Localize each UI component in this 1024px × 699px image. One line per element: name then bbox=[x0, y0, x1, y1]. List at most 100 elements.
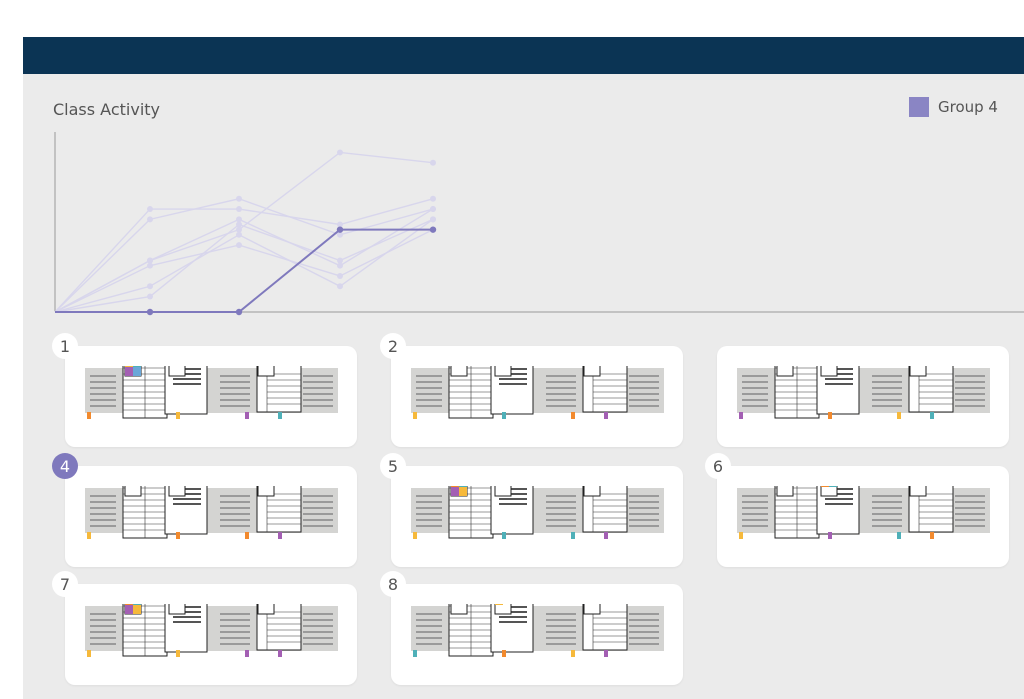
chart-series-line-7 bbox=[55, 228, 433, 313]
progress-tab bbox=[278, 412, 282, 419]
text-line bbox=[90, 501, 116, 503]
worksheet-thumbnail bbox=[411, 604, 664, 657]
group-number-badge: 5 bbox=[380, 453, 406, 479]
color-chip bbox=[125, 605, 133, 614]
text-line bbox=[872, 525, 902, 527]
text-line bbox=[416, 643, 442, 645]
group-card[interactable] bbox=[717, 466, 1009, 567]
legend[interactable]: Group 4 bbox=[909, 97, 998, 117]
group-card[interactable] bbox=[65, 346, 357, 447]
text-line bbox=[629, 387, 659, 389]
text-line bbox=[629, 619, 659, 621]
group-card[interactable] bbox=[717, 346, 1009, 447]
notes-line bbox=[173, 621, 201, 623]
chart-point-5-3 bbox=[337, 272, 343, 279]
text-line bbox=[90, 619, 116, 621]
legend-swatch bbox=[909, 97, 929, 117]
chart-point-3-4 bbox=[430, 206, 436, 213]
group-card[interactable] bbox=[391, 346, 683, 447]
worksheet-thumbnail bbox=[737, 366, 990, 419]
text-line bbox=[303, 631, 333, 633]
text-line bbox=[742, 381, 768, 383]
text-line bbox=[416, 625, 442, 627]
notes-line bbox=[499, 498, 527, 500]
notes-line bbox=[499, 383, 527, 385]
text-line bbox=[220, 637, 250, 639]
notes-line bbox=[825, 503, 853, 505]
group-card[interactable] bbox=[65, 466, 357, 567]
notes-line bbox=[173, 378, 201, 380]
text-line bbox=[629, 405, 659, 407]
group-card[interactable] bbox=[65, 584, 357, 685]
notes-line bbox=[499, 616, 527, 618]
chart-point-6-1 bbox=[147, 293, 153, 300]
notes-line bbox=[173, 498, 201, 500]
notes-line bbox=[825, 378, 853, 380]
chart-point-7-2 bbox=[235, 308, 243, 316]
sticky-note bbox=[820, 486, 838, 497]
text-line bbox=[955, 525, 985, 527]
text-line bbox=[546, 399, 576, 401]
text-line bbox=[220, 619, 250, 621]
chart-point-7-4 bbox=[429, 226, 437, 233]
text-line bbox=[872, 507, 902, 509]
chart-point-2-1 bbox=[147, 216, 153, 223]
text-line bbox=[416, 495, 442, 497]
text-line bbox=[220, 375, 250, 377]
worksheet-thumbnail bbox=[737, 486, 990, 539]
chart-point-5-2 bbox=[236, 242, 242, 249]
text-line bbox=[742, 399, 768, 401]
text-line bbox=[629, 525, 659, 527]
color-chip bbox=[125, 604, 133, 605]
text-line bbox=[220, 513, 250, 515]
text-line bbox=[416, 525, 442, 527]
text-line bbox=[629, 495, 659, 497]
text-line bbox=[742, 387, 768, 389]
text-line bbox=[546, 501, 576, 503]
text-line bbox=[872, 399, 902, 401]
notes-line bbox=[173, 616, 201, 618]
color-chip bbox=[459, 486, 467, 487]
text-line bbox=[955, 501, 985, 503]
text-line bbox=[220, 631, 250, 633]
text-line bbox=[90, 393, 116, 395]
progress-tab bbox=[245, 650, 249, 657]
text-line bbox=[303, 399, 333, 401]
text-line bbox=[629, 637, 659, 639]
text-line bbox=[90, 637, 116, 639]
text-line bbox=[220, 399, 250, 401]
notes-line bbox=[499, 621, 527, 623]
text-line bbox=[629, 519, 659, 521]
chart-series-line-0 bbox=[54, 151, 434, 313]
text-line bbox=[546, 613, 576, 615]
chart-point-4-3 bbox=[337, 283, 343, 290]
progress-tab bbox=[571, 412, 575, 419]
text-line bbox=[416, 507, 442, 509]
text-line bbox=[303, 643, 333, 645]
progress-tab bbox=[278, 650, 282, 657]
sticky-note bbox=[168, 366, 186, 377]
group-card[interactable] bbox=[391, 584, 683, 685]
sticky-note bbox=[257, 486, 275, 497]
text-line bbox=[416, 393, 442, 395]
text-line bbox=[90, 405, 116, 407]
text-line bbox=[546, 637, 576, 639]
chart-point-6-4 bbox=[430, 216, 436, 223]
text-line bbox=[872, 405, 902, 407]
text-line bbox=[303, 625, 333, 627]
color-chip bbox=[451, 486, 459, 487]
text-line bbox=[416, 387, 442, 389]
text-line bbox=[742, 525, 768, 527]
text-line bbox=[546, 387, 576, 389]
text-line bbox=[546, 507, 576, 509]
text-line bbox=[90, 643, 116, 645]
text-line bbox=[220, 381, 250, 383]
worksheet-thumbnail bbox=[85, 604, 338, 657]
color-chip bbox=[451, 487, 459, 496]
text-line bbox=[742, 501, 768, 503]
text-line bbox=[546, 513, 576, 515]
progress-tab bbox=[87, 650, 91, 657]
group-card[interactable] bbox=[391, 466, 683, 567]
text-line bbox=[955, 495, 985, 497]
group-number-badge: 2 bbox=[380, 333, 406, 359]
